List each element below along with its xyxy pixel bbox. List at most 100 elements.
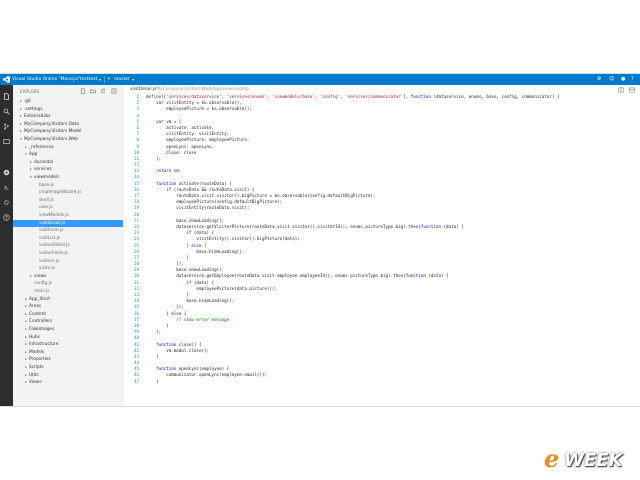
tree-file[interactable]: viewModels.js (13, 212, 123, 219)
code-area[interactable]: 1 define(['services/dataservice', 'servic… (124, 94, 640, 385)
tree-file[interactable]: visitDetail.js (13, 219, 123, 227)
tree-item-label: user.js (39, 205, 53, 211)
output-icon[interactable] (3, 138, 10, 145)
help-icon[interactable]: ? (631, 74, 634, 85)
tree-folder[interactable]: ▸ Infrastructure (13, 341, 123, 348)
chevron-right-icon[interactable]: ▸ (19, 121, 23, 128)
chevron-right-icon[interactable]: ▸ (24, 318, 28, 325)
tree-item-label: config.js (34, 281, 52, 287)
editor-breadcrumb[interactable]: /MyCompany.Visitors.Web/App/viewmodels/ (155, 85, 249, 94)
chevron-right-icon[interactable]: ▸ (24, 326, 28, 333)
tree-folder[interactable]: ▸ durandal (13, 159, 123, 166)
chevron-down-icon[interactable]: ▾ (132, 74, 134, 85)
tree-folder[interactable]: ▸ MyCompany.Visitors.Data (13, 121, 123, 128)
tree-folder[interactable]: ▸ services (13, 166, 123, 173)
more-icon[interactable] (629, 87, 635, 93)
tree-folder[interactable]: ▸ Fakeimages (13, 326, 123, 333)
code-line[interactable]: 47 } (124, 379, 640, 385)
tree-folder[interactable]: ▸ Properties (13, 356, 123, 363)
tree-folder[interactable]: ▸ Models (13, 349, 123, 356)
tree-file[interactable]: visitors.js (13, 258, 123, 265)
chevron-right-icon[interactable]: ▸ (24, 364, 28, 371)
tree-folder[interactable]: ▸ views (13, 273, 123, 280)
collapse-all-icon[interactable] (111, 88, 117, 94)
explorer-sidebar: EXPLORE ▸ .git ▸ .settings ▸ ExternalLibs ▸ MyC… (13, 85, 125, 406)
tree-folder[interactable]: ▸ Controllers (13, 318, 123, 325)
code-editor[interactable]: visitDetail.js /MyCompany.Visitors.Web/A… (124, 85, 640, 406)
tree-file[interactable]: shell.js (13, 197, 123, 204)
chevron-right-icon[interactable]: ▸ (24, 349, 28, 356)
tree-item-label: shell.js (39, 197, 54, 203)
refresh-icon[interactable] (100, 88, 106, 94)
tree-folder[interactable]: ▸ Views (13, 379, 123, 386)
user-icon[interactable]: ● (621, 74, 625, 85)
chevron-right-icon[interactable]: ▸ (29, 273, 33, 280)
chevron-right-icon[interactable]: ▸ (19, 128, 23, 135)
chevron-right-icon[interactable]: ▸ (24, 144, 28, 151)
chevron-right-icon[interactable]: ▸ (24, 311, 28, 318)
code-token: function (405, 273, 426, 279)
chevron-down-icon[interactable]: ▾ (99, 74, 101, 85)
help-icon[interactable] (3, 214, 10, 221)
chevron-right-icon[interactable]: ▸ (29, 159, 33, 166)
tree-item-label: Views (29, 380, 42, 386)
git-icon[interactable] (3, 123, 10, 130)
chevron-right-icon[interactable]: ▸ (19, 113, 23, 120)
context-selector[interactable]: master (114, 74, 130, 85)
chevron-right-icon[interactable]: ▸ (19, 98, 23, 105)
chevron-down-icon[interactable]: ▾ (19, 136, 23, 143)
tree-file[interactable]: user.js (13, 204, 123, 211)
settings-icon[interactable]: ⚙ (597, 74, 601, 85)
chevron-right-icon[interactable]: ▸ (24, 334, 28, 341)
tree-folder[interactable]: ▸ _references (13, 144, 123, 151)
new-folder-icon[interactable] (90, 88, 96, 94)
tree-item-label: Controllers (29, 319, 53, 325)
tree-file[interactable]: visits.js (13, 265, 123, 272)
tree-item-label: MyCompany.Visitors.Data (24, 121, 79, 127)
tree-item-label: Content (29, 311, 47, 317)
tree-folder[interactable]: ▸ Utils (13, 372, 123, 379)
tree-folder[interactable]: ▸ .settings (13, 106, 123, 113)
tree-folder[interactable]: ▸ Content (13, 311, 123, 318)
code-token: // show error message (146, 316, 230, 322)
tree-file[interactable]: visitorDetail.js (13, 242, 123, 249)
tree-file[interactable]: visitorForm.js (13, 250, 123, 257)
branch-selector[interactable]: testtest (80, 74, 97, 85)
tree-folder[interactable]: ▸ ExternalLibs (13, 113, 123, 120)
tree-folder[interactable]: ▸ Hubs (13, 334, 123, 341)
chevron-right-icon[interactable]: ▸ (24, 303, 28, 310)
tree-file[interactable]: visitForm.js (13, 227, 123, 234)
split-editor-icon[interactable] (618, 87, 624, 93)
tree-folder[interactable]: ▸ .git (13, 98, 123, 105)
chevron-right-icon[interactable]: ▸ (29, 166, 33, 173)
tree-file[interactable]: visitList.js (13, 235, 123, 242)
chevron-right-icon[interactable]: ▸ (19, 106, 23, 113)
explorer-icon[interactable] (3, 93, 10, 100)
run-icon[interactable] (3, 169, 10, 176)
tree-file[interactable]: config.js (13, 280, 123, 287)
chevron-right-icon[interactable]: ▸ (24, 379, 28, 386)
chevron-right-icon[interactable]: ▸ (24, 356, 28, 363)
smiley-icon[interactable]: ☺ (609, 74, 614, 85)
tree-file[interactable]: cropImageWizard.js (13, 189, 123, 196)
chevron-right-icon[interactable]: ▸ (24, 372, 28, 379)
tree-folder[interactable]: ▸ Scripts (13, 364, 123, 371)
tree-file[interactable]: base.js (13, 182, 123, 189)
tree-folder[interactable]: ▾ App (13, 151, 123, 158)
chevron-down-icon[interactable]: ▾ (29, 174, 33, 181)
tree-folder[interactable]: ▾ viewmodels (13, 174, 123, 181)
chevron-right-icon[interactable]: ▸ (24, 341, 28, 348)
new-file-icon[interactable] (80, 88, 86, 94)
tree-folder[interactable]: ▸ App_Start (13, 296, 123, 303)
settings-icon[interactable] (3, 199, 10, 206)
tree-folder[interactable]: ▸ MyCompany.Visitors.Model (13, 128, 123, 135)
console-icon[interactable] (3, 184, 10, 191)
tree-folder[interactable]: ▸ Areas (13, 303, 123, 310)
chevron-down-icon[interactable]: ▾ (24, 151, 28, 158)
search-icon[interactable] (3, 108, 10, 115)
tree-file[interactable]: main.js (13, 288, 123, 295)
tree-folder[interactable]: ▾ MyCompany.Visitors.Web (13, 136, 123, 143)
chevron-right-icon[interactable]: ▸ (24, 296, 28, 303)
code-token: else (171, 310, 182, 316)
code-token: base.hideLoading(); (146, 298, 235, 304)
